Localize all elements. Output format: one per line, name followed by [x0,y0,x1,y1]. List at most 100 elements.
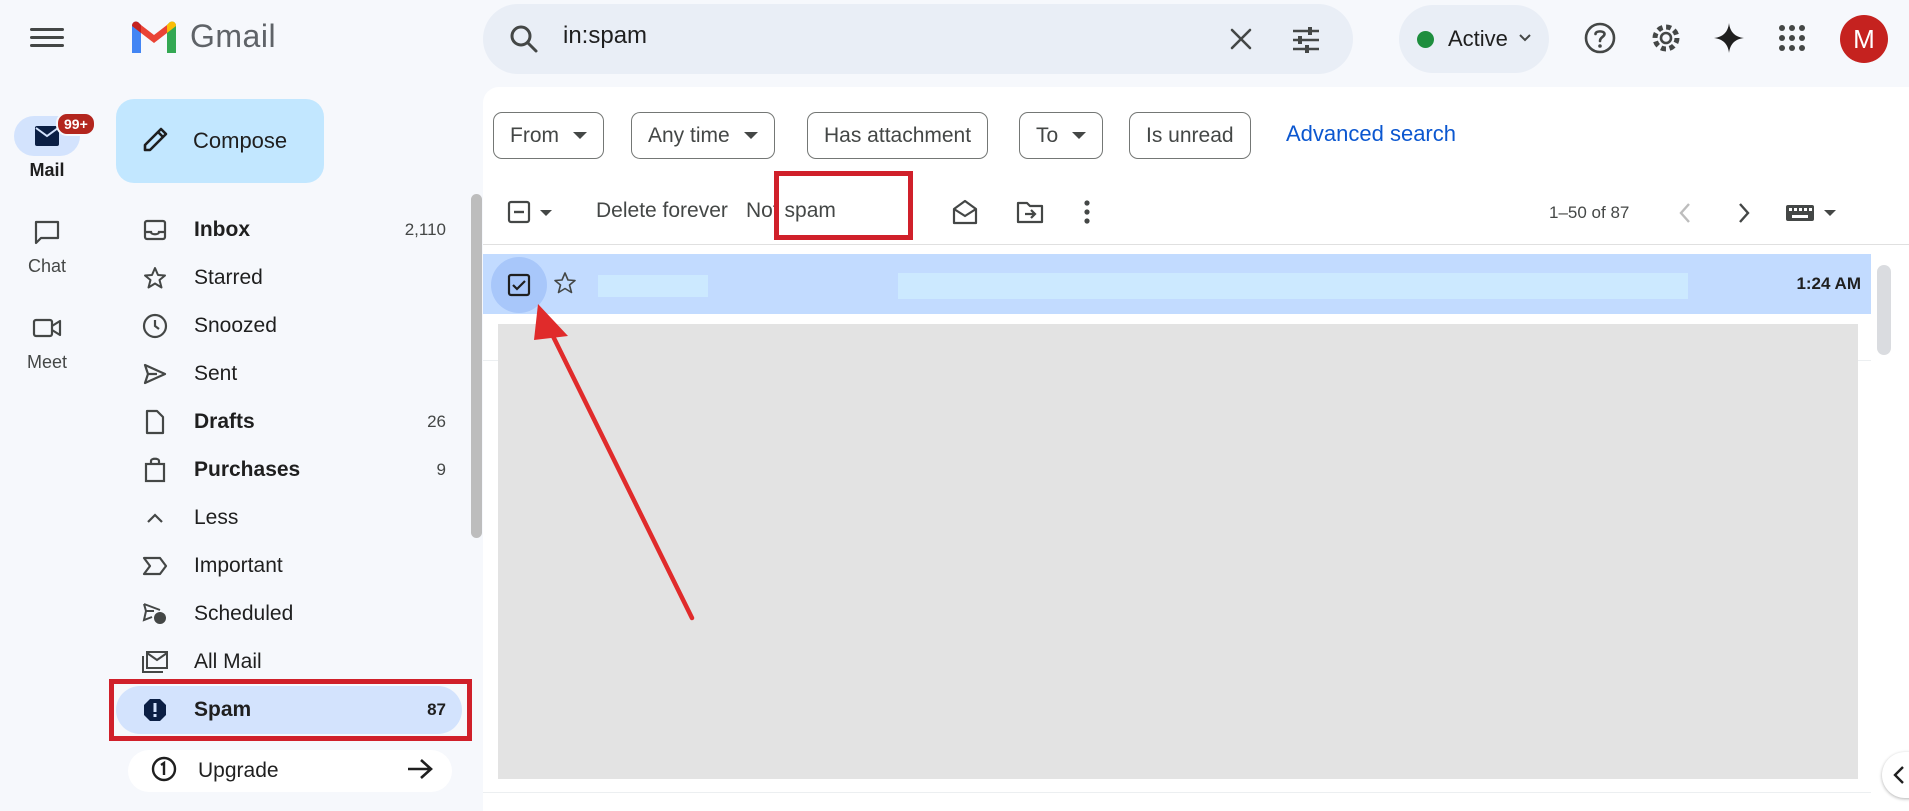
pagination-count: 1–50 of 87 [1549,203,1630,222]
filter-chip-to[interactable]: To [1019,112,1104,159]
sidebar-item-label: Important [194,554,283,577]
sidebar-item-label: Drafts [194,410,255,433]
not-spam-button[interactable]: Not spam [746,199,836,223]
previous-page-icon[interactable] [1678,202,1692,224]
sidebar-item-label: Sent [194,362,238,385]
logo-text: Gmail [190,18,277,54]
compose-button[interactable]: Compose [116,99,324,183]
chevron-down-icon [540,210,552,216]
gmail-logo[interactable]: Gmail [130,18,276,55]
unread-badge: 99+ [56,112,96,136]
subject-redacted [898,273,1688,299]
sidebar-item-count: 9 [436,460,446,479]
sidebar-item-sent[interactable]: Sent [116,350,462,398]
sidebar-item-snoozed[interactable]: Snoozed [116,302,462,350]
chip-label: Any time [648,123,730,147]
sidebar-item-inbox[interactable]: Inbox 2,110 [116,206,462,254]
sidebar-item-less[interactable]: Less [116,494,462,542]
chip-label: From [510,123,559,147]
mark-as-read-icon[interactable] [951,198,979,226]
sidebar-item-label: Snoozed [194,314,277,337]
status-selector[interactable]: Active [1399,5,1549,73]
message-time: 1:24 AM [1796,274,1861,293]
input-tools-keyboard-icon[interactable] [1785,204,1837,222]
rail-item-mail[interactable]: 99+ Mail [0,112,96,181]
scheduled-send-icon [140,602,170,626]
account-avatar[interactable]: M [1840,15,1888,63]
sidebar-item-important[interactable]: Important [116,542,462,590]
clock-icon [140,313,170,339]
chat-icon [14,212,80,252]
sidebar-item-scheduled[interactable]: Scheduled [116,590,462,638]
next-page-icon[interactable] [1737,202,1751,224]
advanced-search-link[interactable]: Advanced search [1286,121,1456,147]
important-label-icon [140,556,170,576]
delete-forever-label: Delete forever [596,199,728,222]
rail-item-meet[interactable]: Meet [0,308,94,373]
arrow-right-icon [406,757,434,786]
annotation-arrow [534,304,695,621]
send-icon [140,363,170,385]
sidebar-item-purchases[interactable]: Purchases 9 [116,446,462,494]
sidebar-item-starred[interactable]: Starred [116,254,462,302]
upgrade-label: Upgrade [198,759,279,782]
delete-forever-button[interactable]: Delete forever [596,199,728,223]
upgrade-button[interactable]: Upgrade [128,750,452,792]
chevron-down-icon [1518,30,1532,48]
sidebar-item-spam[interactable]: Spam 87 [116,686,462,734]
sender-redacted [598,275,708,297]
sidebar-scrollbar[interactable] [471,194,482,538]
sidebar-item-label: Starred [194,266,263,289]
chevron-left-icon [1893,766,1904,784]
sidebar-item-label: Less [194,506,239,529]
gemini-sparkle-icon[interactable] [1709,18,1749,58]
filter-chip-any-time[interactable]: Any time [631,112,775,159]
filter-chip-is-unread[interactable]: Is unread [1129,112,1251,159]
chevron-down-icon [1824,210,1836,216]
toolbar-divider [483,244,1909,245]
spam-report-icon [140,697,170,723]
pencil-icon [141,124,171,159]
more-options-icon[interactable] [1083,199,1091,225]
all-mail-icon [140,650,170,674]
settings-gear-icon[interactable] [1646,18,1686,58]
star-icon [140,266,170,290]
select-all-checkbox[interactable] [507,200,553,226]
help-icon[interactable] [1580,18,1620,58]
sidebar-item-drafts[interactable]: Drafts 26 [116,398,462,446]
sidebar-item-count: 2,110 [404,220,446,239]
dropdown-caret-icon [1072,132,1087,139]
apps-grid-icon[interactable] [1772,18,1812,58]
search-icon[interactable] [509,24,539,59]
mail-icon: 99+ [14,112,96,156]
main-menu-icon[interactable] [26,24,68,52]
search-input[interactable] [563,22,1163,50]
filter-chip-from[interactable]: From [493,112,604,159]
move-to-icon[interactable] [1016,199,1044,225]
inbox-icon [140,219,170,241]
sidebar-item-count: 26 [427,412,446,431]
clear-search-icon[interactable] [1228,26,1254,57]
draft-file-icon [140,409,170,435]
dropdown-caret-icon [573,132,587,139]
shopping-bag-icon [140,457,170,483]
app-rail: 99+ Mail Chat Meet [0,0,98,811]
search-bar[interactable] [483,4,1353,74]
upgrade-badge-icon [150,755,178,788]
sidebar-item-label: All Mail [194,650,262,673]
rail-label-chat: Chat [27,256,67,276]
star-icon[interactable] [553,271,577,300]
chip-label: Has attachment [824,123,972,147]
search-options-icon[interactable] [1291,26,1321,59]
sidebar-item-all-mail[interactable]: All Mail [116,638,462,686]
sidebar-item-label: Spam [194,698,252,721]
video-camera-icon [14,308,80,348]
dropdown-caret-icon [743,132,758,139]
compose-label: Compose [193,128,288,153]
row-divider [483,792,1871,793]
filter-chip-has-attachment[interactable]: Has attachment [807,112,989,159]
message-toolbar: Delete forever Not spam 1–50 of 87 [483,182,1909,244]
rail-item-chat[interactable]: Chat [0,212,94,277]
message-list-scrollbar[interactable] [1877,265,1891,355]
chevron-up-icon [140,512,170,524]
